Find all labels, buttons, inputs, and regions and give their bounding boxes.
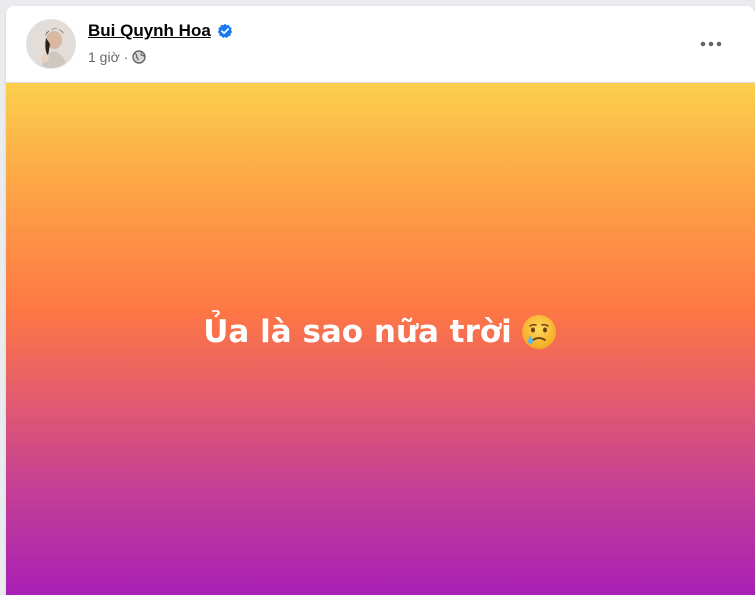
more-options-button[interactable]	[693, 26, 729, 62]
post-background: Ủa là sao nữa trời	[6, 83, 755, 595]
author-name[interactable]: Bui Quynh Hoa	[88, 21, 211, 41]
author-row: Bui Quynh Hoa	[88, 21, 233, 41]
post-time[interactable]: 1 giờ	[88, 49, 120, 65]
more-options-icon	[700, 41, 722, 47]
crying-face-icon	[520, 313, 558, 351]
post-text: Ủa là sao nữa trời	[203, 313, 512, 350]
verified-badge-icon	[217, 23, 233, 39]
post-content: Ủa là sao nữa trời	[203, 313, 558, 351]
globe-icon	[132, 50, 147, 64]
meta-separator: ·	[123, 49, 129, 65]
post-header: Bui Quynh Hoa 1 giờ ·	[6, 6, 755, 83]
author-avatar[interactable]	[26, 19, 76, 69]
post-card: Bui Quynh Hoa 1 giờ · Ủa là sao nữa trời	[6, 6, 755, 595]
post-meta: 1 giờ ·	[88, 49, 147, 65]
